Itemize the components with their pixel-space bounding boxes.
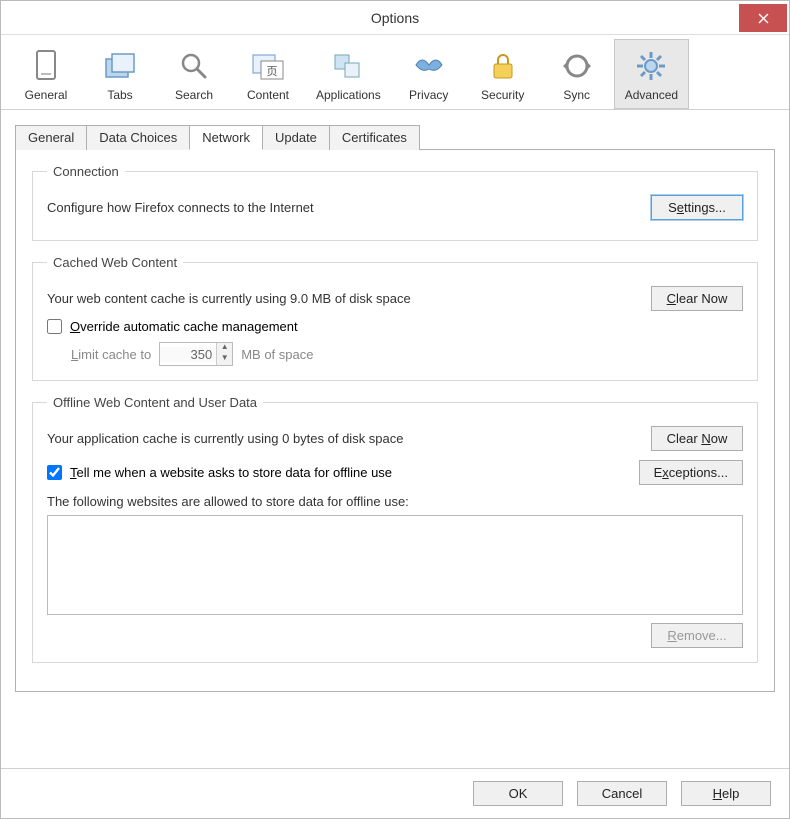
dialog-footer: OK Cancel Help <box>1 768 789 818</box>
toolbar-general[interactable]: General <box>9 39 83 109</box>
subtab-certificates[interactable]: Certificates <box>329 125 420 150</box>
connection-group: Connection Configure how Firefox connect… <box>32 164 758 241</box>
cache-desc: Your web content cache is currently usin… <box>47 291 411 306</box>
advanced-subtabs: General Data Choices Network Update Cert… <box>15 124 775 150</box>
toolbar-search-label: Search <box>175 88 213 102</box>
subtab-data-choices[interactable]: Data Choices <box>86 125 190 150</box>
cache-limit-input[interactable] <box>160 347 216 362</box>
titlebar: Options <box>1 1 789 35</box>
toolbar-content-label: Content <box>247 88 289 102</box>
sync-icon <box>559 48 595 84</box>
toolbar-privacy-label: Privacy <box>409 88 448 102</box>
remove-button: Remove... <box>651 623 743 648</box>
close-icon <box>758 13 769 24</box>
toolbar-privacy[interactable]: Privacy <box>392 39 466 109</box>
gear-icon <box>633 48 669 84</box>
toolbar-tabs[interactable]: Tabs <box>83 39 157 109</box>
ok-button[interactable]: OK <box>473 781 563 806</box>
connection-desc: Configure how Firefox connects to the In… <box>47 200 314 215</box>
subtab-network[interactable]: Network <box>189 125 263 150</box>
options-window: Options General Tabs Search 页 <box>0 0 790 819</box>
connection-legend: Connection <box>47 164 125 179</box>
content-area: General Data Choices Network Update Cert… <box>1 110 789 768</box>
toolbar-applications-label: Applications <box>316 88 381 102</box>
offline-websites-list[interactable] <box>47 515 743 615</box>
offline-desc: Your application cache is currently usin… <box>47 431 404 446</box>
toolbar-security[interactable]: Security <box>466 39 540 109</box>
privacy-icon <box>411 48 447 84</box>
applications-icon <box>330 48 366 84</box>
cancel-button[interactable]: Cancel <box>577 781 667 806</box>
cache-limit-row: Limit cache to ▲ ▼ MB of space <box>71 342 743 366</box>
subtab-update[interactable]: Update <box>262 125 330 150</box>
toolbar-applications[interactable]: Applications <box>305 39 392 109</box>
toolbar-sync[interactable]: Sync <box>540 39 614 109</box>
toolbar-content[interactable]: 页 Content <box>231 39 305 109</box>
subtab-general[interactable]: General <box>15 125 87 150</box>
exceptions-button[interactable]: Exceptions... <box>639 460 743 485</box>
security-icon <box>485 48 521 84</box>
toolbar-tabs-label: Tabs <box>107 88 132 102</box>
search-icon <box>176 48 212 84</box>
override-cache-checkbox[interactable] <box>47 319 62 334</box>
toolbar-general-label: General <box>25 88 68 102</box>
cache-limit-spinner[interactable]: ▲ ▼ <box>159 342 233 366</box>
content-icon: 页 <box>250 48 286 84</box>
toolbar-advanced[interactable]: Advanced <box>614 39 689 109</box>
tell-me-checkbox[interactable] <box>47 465 62 480</box>
offline-legend: Offline Web Content and User Data <box>47 395 263 410</box>
svg-text:页: 页 <box>267 66 278 78</box>
toolbar-search[interactable]: Search <box>157 39 231 109</box>
connection-settings-button[interactable]: Settings... <box>651 195 743 220</box>
network-panel: Connection Configure how Firefox connect… <box>15 150 775 692</box>
toolbar-security-label: Security <box>481 88 524 102</box>
toolbar-sync-label: Sync <box>563 88 590 102</box>
tabs-icon <box>102 48 138 84</box>
cache-legend: Cached Web Content <box>47 255 183 270</box>
general-icon <box>28 48 64 84</box>
cache-clear-button[interactable]: Clear Now <box>651 286 743 311</box>
limit-prefix: Limit cache to <box>71 347 151 362</box>
close-button[interactable] <box>739 4 787 32</box>
tell-me-label[interactable]: Tell me when a website asks to store dat… <box>70 465 392 480</box>
offline-group: Offline Web Content and User Data Your a… <box>32 395 758 663</box>
override-cache-label[interactable]: Override automatic cache management <box>70 319 298 334</box>
spinner-down[interactable]: ▼ <box>217 354 232 365</box>
window-title: Options <box>1 10 789 26</box>
help-button[interactable]: Help <box>681 781 771 806</box>
cache-group: Cached Web Content Your web content cach… <box>32 255 758 381</box>
category-toolbar: General Tabs Search 页 Content Applicatio… <box>1 35 789 110</box>
limit-suffix: MB of space <box>241 347 313 362</box>
toolbar-advanced-label: Advanced <box>625 88 678 102</box>
allowed-label: The following websites are allowed to st… <box>47 494 743 509</box>
offline-clear-button[interactable]: Clear Now <box>651 426 743 451</box>
